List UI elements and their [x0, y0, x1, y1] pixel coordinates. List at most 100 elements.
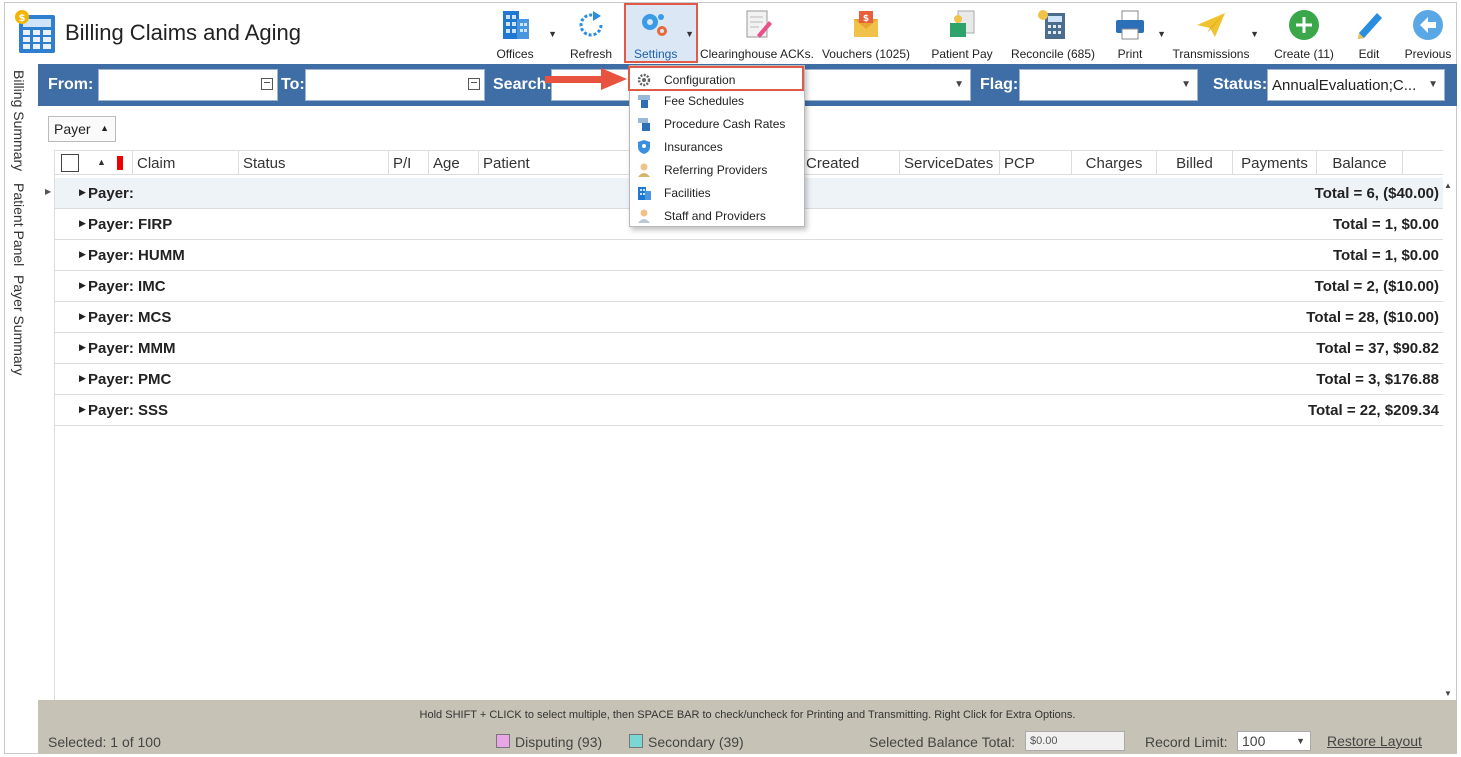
printer-icon [1116, 10, 1144, 40]
transmissions-button[interactable]: Transmissions ▼ [1171, 5, 1259, 61]
selected-balance-field: $0.00 [1025, 731, 1125, 751]
menu-item-label: Facilities [664, 186, 711, 200]
expand-icon[interactable]: ▶ [79, 249, 86, 260]
refresh-icon [579, 11, 603, 37]
flag-column-icon [117, 156, 123, 170]
menu-item-referring-providers[interactable]: Referring Providers [630, 158, 804, 181]
expand-icon[interactable]: ▶ [79, 311, 86, 322]
calendar-icon[interactable] [468, 78, 480, 90]
status-bar: Hold SHIFT + CLICK to select multiple, t… [38, 700, 1457, 754]
vouchers-icon: $ [854, 11, 878, 37]
group-row[interactable]: ▶ Payer: MCS Total = 28, ($10.00) [55, 302, 1443, 333]
group-row[interactable]: ▶ Payer: SSS Total = 22, $209.34 [55, 395, 1443, 426]
settings-button[interactable]: Settings ▼ [624, 3, 698, 63]
offices-button[interactable]: Offices ▼ [487, 5, 557, 61]
patient-pay-label: Patient Pay [931, 47, 993, 61]
col-charges[interactable]: Charges [1072, 151, 1157, 175]
menu-item-configuration[interactable]: Configuration [628, 66, 804, 91]
chevron-down-icon[interactable]: ▼ [1428, 79, 1438, 90]
status-select[interactable]: AnnualEvaluation;C... ▼ [1267, 69, 1445, 101]
app-window: $ Billing Claims and Aging Offices ▼ Ref… [4, 2, 1457, 754]
restore-layout-link[interactable]: Restore Layout [1327, 733, 1422, 749]
expand-icon[interactable]: ▶ [79, 187, 86, 198]
chevron-down-icon[interactable]: ▼ [1157, 29, 1166, 39]
col-service-dates[interactable]: ServiceDates [900, 151, 1000, 175]
group-name: Payer: HUMM [88, 247, 185, 264]
group-by-chip[interactable]: Payer ▲ [48, 116, 116, 142]
group-total: Total = 22, $209.34 [1307, 402, 1439, 419]
disputing-count: Disputing (93) [515, 734, 603, 750]
previous-button[interactable]: Previous [1403, 5, 1453, 61]
col-balance[interactable]: Balance [1317, 151, 1403, 175]
menu-item-label: Referring Providers [664, 163, 768, 177]
col-status[interactable]: Status [239, 151, 389, 175]
create-button[interactable]: Create (11) [1269, 5, 1339, 61]
vertical-scrollbar[interactable]: ▲ ▼ [1442, 179, 1455, 700]
record-limit-label: Record Limit: [1145, 734, 1228, 750]
scroll-down-icon[interactable]: ▼ [1444, 689, 1452, 698]
chevron-down-icon[interactable]: ▼ [954, 79, 964, 90]
provider-icon [638, 163, 650, 177]
scroll-up-icon[interactable]: ▲ [1444, 181, 1452, 190]
col-payments[interactable]: Payments [1233, 151, 1317, 175]
edit-button[interactable]: Edit [1349, 5, 1389, 61]
group-total: Total = 1, $0.00 [1332, 216, 1439, 233]
clearinghouse-acks-button[interactable]: Clearinghouse ACKs. [699, 5, 815, 61]
expand-icon[interactable]: ▶ [79, 373, 86, 384]
select-all-checkbox[interactable] [61, 154, 79, 172]
status-select-value: AnnualEvaluation;C... [1272, 77, 1417, 94]
col-billed[interactable]: Billed [1157, 151, 1233, 175]
menu-item-staff-and-providers[interactable]: Staff and Providers [630, 204, 804, 227]
refresh-button[interactable]: Refresh [566, 5, 616, 61]
secondary-swatch [629, 734, 643, 748]
menu-item-facilities[interactable]: Facilities [630, 181, 804, 204]
patient-pay-button[interactable]: Patient Pay [928, 5, 996, 61]
expand-icon[interactable]: ▶ [79, 280, 86, 291]
chevron-down-icon[interactable]: ▼ [1181, 79, 1191, 90]
col-pcp[interactable]: PCP [1000, 151, 1072, 175]
group-row[interactable]: ▶ Payer: MMM Total = 37, $90.82 [55, 333, 1443, 364]
group-name: Payer: PMC [88, 371, 172, 388]
sort-up-icon[interactable]: ▲ [97, 157, 106, 167]
tab-payer-summary[interactable]: Payer Summary [11, 275, 27, 375]
group-row[interactable]: ▶ Payer: PMC Total = 3, $176.88 [55, 364, 1443, 395]
to-date-input[interactable] [305, 69, 485, 101]
flag-label: Flag: [980, 76, 1019, 93]
menu-item-fee-schedules[interactable]: Fee Schedules [630, 89, 804, 112]
expand-icon[interactable]: ▶ [79, 342, 86, 353]
side-tabs: Billing Summary Patient Panel Payer Summ… [5, 64, 38, 704]
calendar-icon[interactable] [261, 78, 273, 90]
group-name: Payer: IMC [88, 278, 166, 295]
group-row[interactable]: ▶ Payer: IMC Total = 2, ($10.00) [55, 271, 1443, 302]
selected-balance-label: Selected Balance Total: [869, 734, 1016, 750]
sort-up-icon[interactable]: ▲ [100, 123, 109, 133]
tab-patient-panel[interactable]: Patient Panel [11, 183, 27, 266]
menu-item-insurances[interactable]: Insurances [630, 135, 804, 158]
patient-pay-icon [950, 10, 975, 37]
group-by-label: Payer [54, 121, 91, 137]
vouchers-label: Vouchers (1025) [821, 47, 911, 61]
secondary-count: Secondary (39) [648, 734, 744, 750]
expand-icon[interactable]: ▶ [79, 404, 86, 415]
menu-item-procedure-cash-rates[interactable]: Procedure Cash Rates [630, 112, 804, 135]
chevron-down-icon[interactable]: ▼ [1296, 736, 1305, 746]
chevron-down-icon[interactable]: ▼ [685, 29, 694, 39]
flag-select[interactable]: ▼ [1019, 69, 1198, 101]
record-limit-select[interactable]: 100 ▼ [1237, 731, 1311, 751]
col-created[interactable]: Created [802, 151, 900, 175]
group-row[interactable]: ▶ Payer: HUMM Total = 1, $0.00 [55, 240, 1443, 271]
pointer-arrow-icon [545, 68, 627, 90]
chevron-down-icon[interactable]: ▼ [1250, 29, 1259, 39]
vouchers-button[interactable]: $ Vouchers (1025) [818, 5, 914, 61]
col-age[interactable]: Age [429, 151, 479, 175]
chevron-down-icon[interactable]: ▼ [548, 29, 557, 39]
reconcile-button[interactable]: Reconcile (685) [1008, 5, 1098, 61]
col-claim[interactable]: Claim [133, 151, 239, 175]
print-button[interactable]: Print ▼ [1108, 5, 1166, 61]
edit-label: Edit [1358, 47, 1380, 61]
tab-billing-summary[interactable]: Billing Summary [11, 70, 27, 171]
expand-icon[interactable]: ▶ [79, 218, 86, 229]
col-pi[interactable]: P/I [389, 151, 429, 175]
calculator-icon [1038, 10, 1065, 39]
from-date-input[interactable] [98, 69, 278, 101]
